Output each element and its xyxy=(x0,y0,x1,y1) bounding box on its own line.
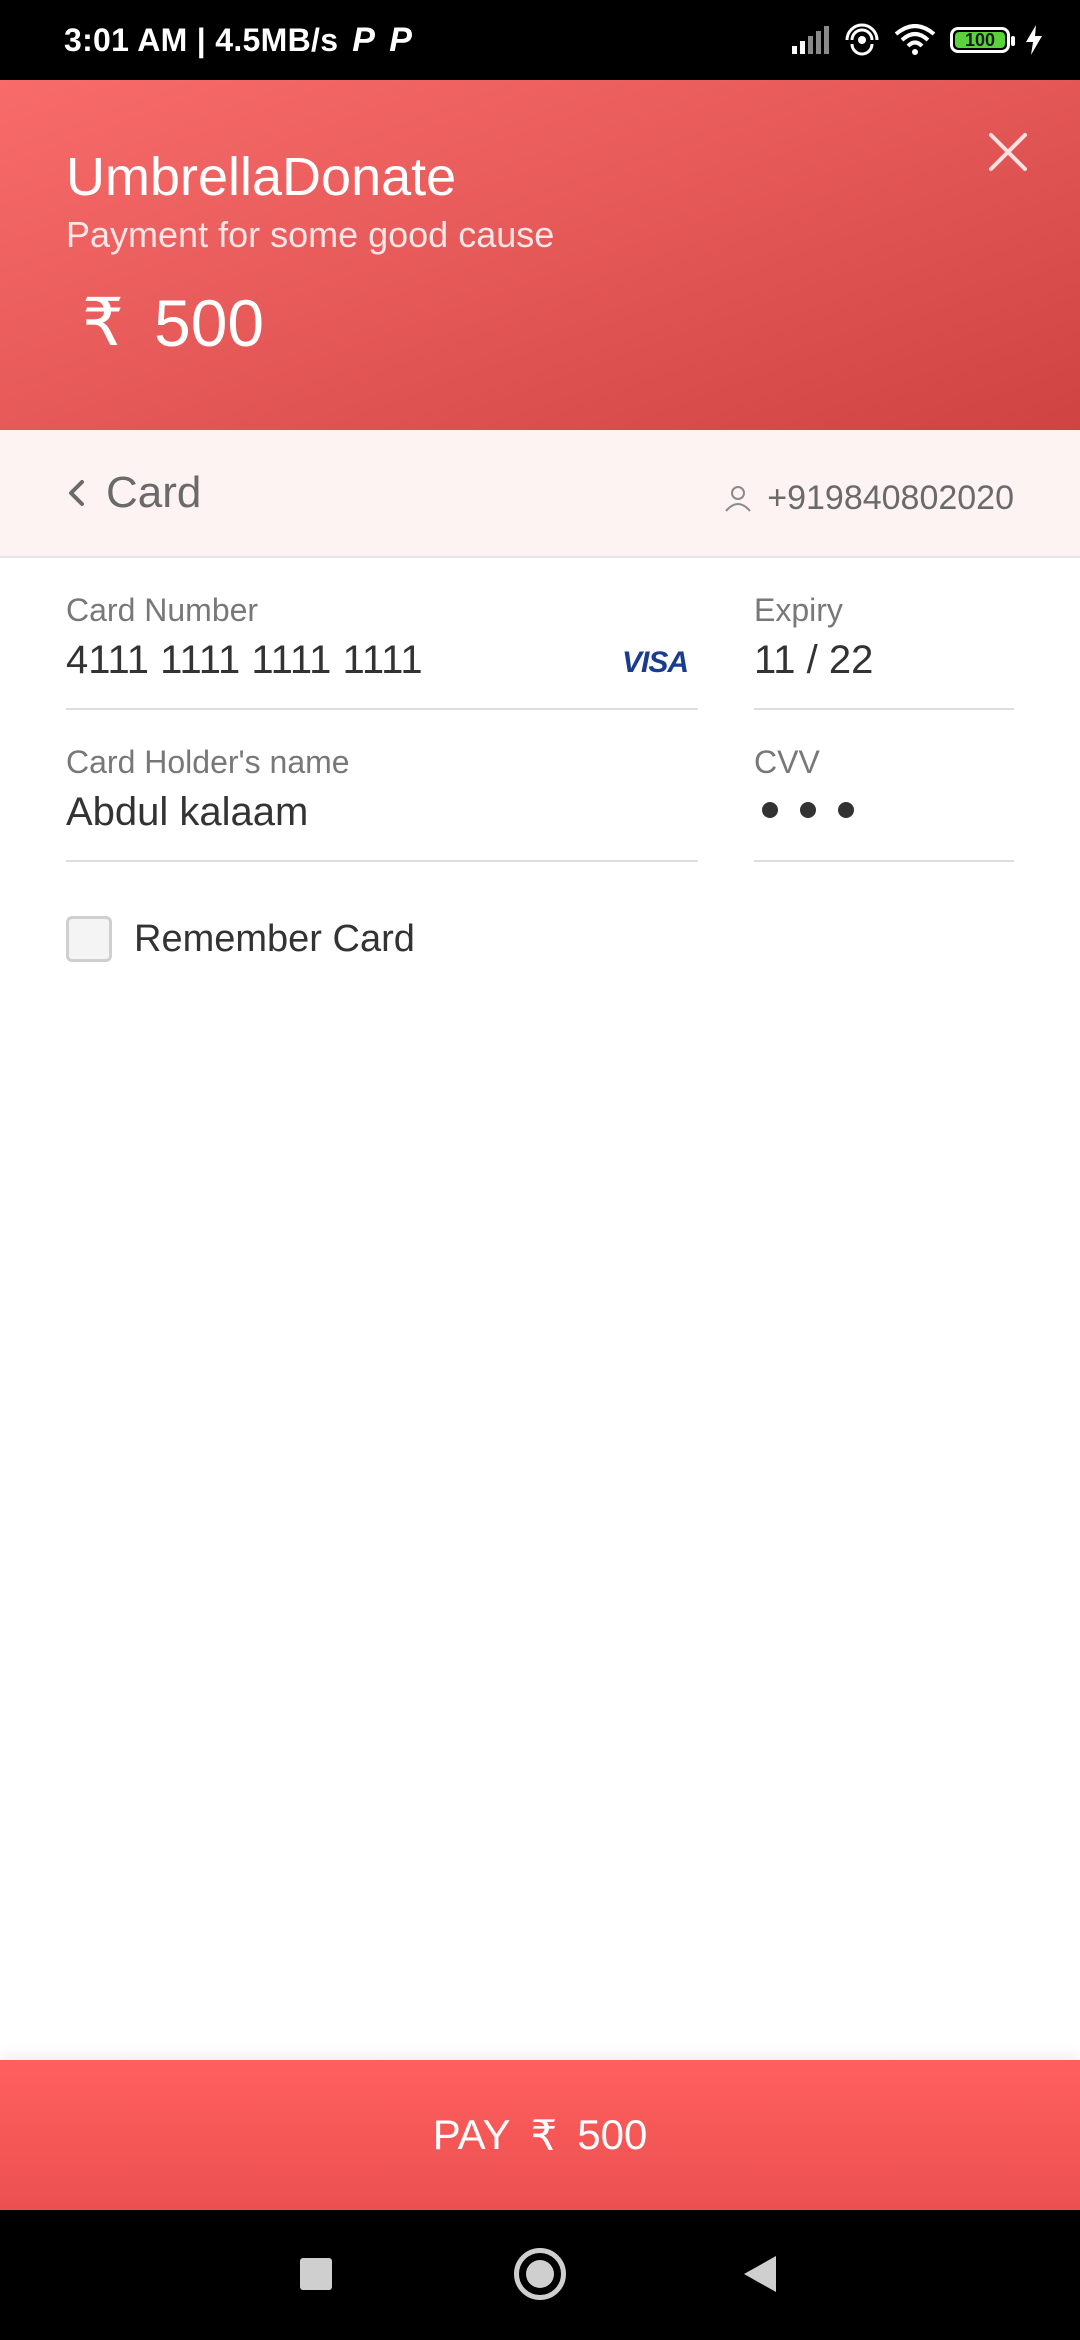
card-holder-label: Card Holder's name xyxy=(66,744,350,780)
signal-icon xyxy=(792,26,829,54)
card-number-label: Card Number xyxy=(66,592,259,628)
back-button[interactable]: Card xyxy=(66,458,201,528)
card-number-field[interactable]: Card Number 4111 1111 1111 1111 VISA xyxy=(66,592,698,710)
status-right: 100 xyxy=(790,0,1044,80)
payment-method-title: Card xyxy=(106,468,202,517)
contact-info: +919840802020 xyxy=(723,458,1014,538)
remember-card-label: Remember Card xyxy=(134,917,415,960)
payment-method-bar: Card +919840802020 xyxy=(0,430,1080,558)
chevron-left-icon xyxy=(69,480,84,506)
payment-header: UmbrellaDonate Payment for some good cau… xyxy=(0,80,1080,430)
pay-label: PAY xyxy=(432,2111,511,2158)
recents-button[interactable] xyxy=(300,2258,332,2290)
wifi-icon xyxy=(894,24,936,55)
close-button[interactable] xyxy=(976,120,1040,184)
cvv-field[interactable]: CVV xyxy=(754,744,1014,862)
visa-logo-icon: VISA xyxy=(621,646,689,679)
battery-icon: 100 xyxy=(950,27,1015,53)
merchant-name: UmbrellaDonate xyxy=(66,147,457,207)
remember-card-checkbox[interactable] xyxy=(66,916,112,962)
expiry-label: Expiry xyxy=(754,592,843,628)
hotspot-icon xyxy=(845,23,879,56)
charging-bolt-icon xyxy=(1026,25,1042,55)
p-app-icon: P xyxy=(352,20,376,59)
card-holder-field[interactable]: Card Holder's name Abdul kalaam xyxy=(66,744,698,862)
back-nav-button[interactable] xyxy=(744,2256,776,2292)
battery-level: 100 xyxy=(964,29,996,50)
card-number-input[interactable]: 4111 1111 1111 1111 xyxy=(66,638,423,683)
payment-amount: ₹ 500 xyxy=(82,284,264,361)
status-bar: 3:01 AM | 4.5MB/s P P 100 xyxy=(0,0,1080,80)
expiry-field[interactable]: Expiry 11 / 22 xyxy=(754,592,1014,710)
currency-symbol: ₹ xyxy=(82,285,124,359)
status-time-speed: 3:01 AM | 4.5MB/s xyxy=(64,21,339,58)
amount-value: 500 xyxy=(154,285,265,360)
pay-button[interactable]: PAY ₹ 500 xyxy=(0,2060,1080,2210)
close-icon xyxy=(989,133,1027,171)
merchant-description: Payment for some good cause xyxy=(66,214,555,255)
pay-amount: 500 xyxy=(577,2111,648,2158)
expiry-input[interactable]: 11 / 22 xyxy=(754,638,873,683)
pay-currency-symbol: ₹ xyxy=(530,2111,558,2159)
cvv-input-masked[interactable] xyxy=(762,802,854,818)
system-nav-bar xyxy=(0,2210,1080,2340)
card-holder-input[interactable]: Abdul kalaam xyxy=(66,790,308,835)
remember-card-toggle[interactable]: Remember Card xyxy=(66,916,415,962)
cvv-label: CVV xyxy=(754,744,820,780)
status-left: 3:01 AM | 4.5MB/s P P xyxy=(64,0,412,80)
home-button[interactable] xyxy=(514,2248,566,2300)
user-icon xyxy=(725,486,751,512)
contact-phone: +919840802020 xyxy=(767,478,1014,517)
p-app-icon: P xyxy=(389,20,413,59)
